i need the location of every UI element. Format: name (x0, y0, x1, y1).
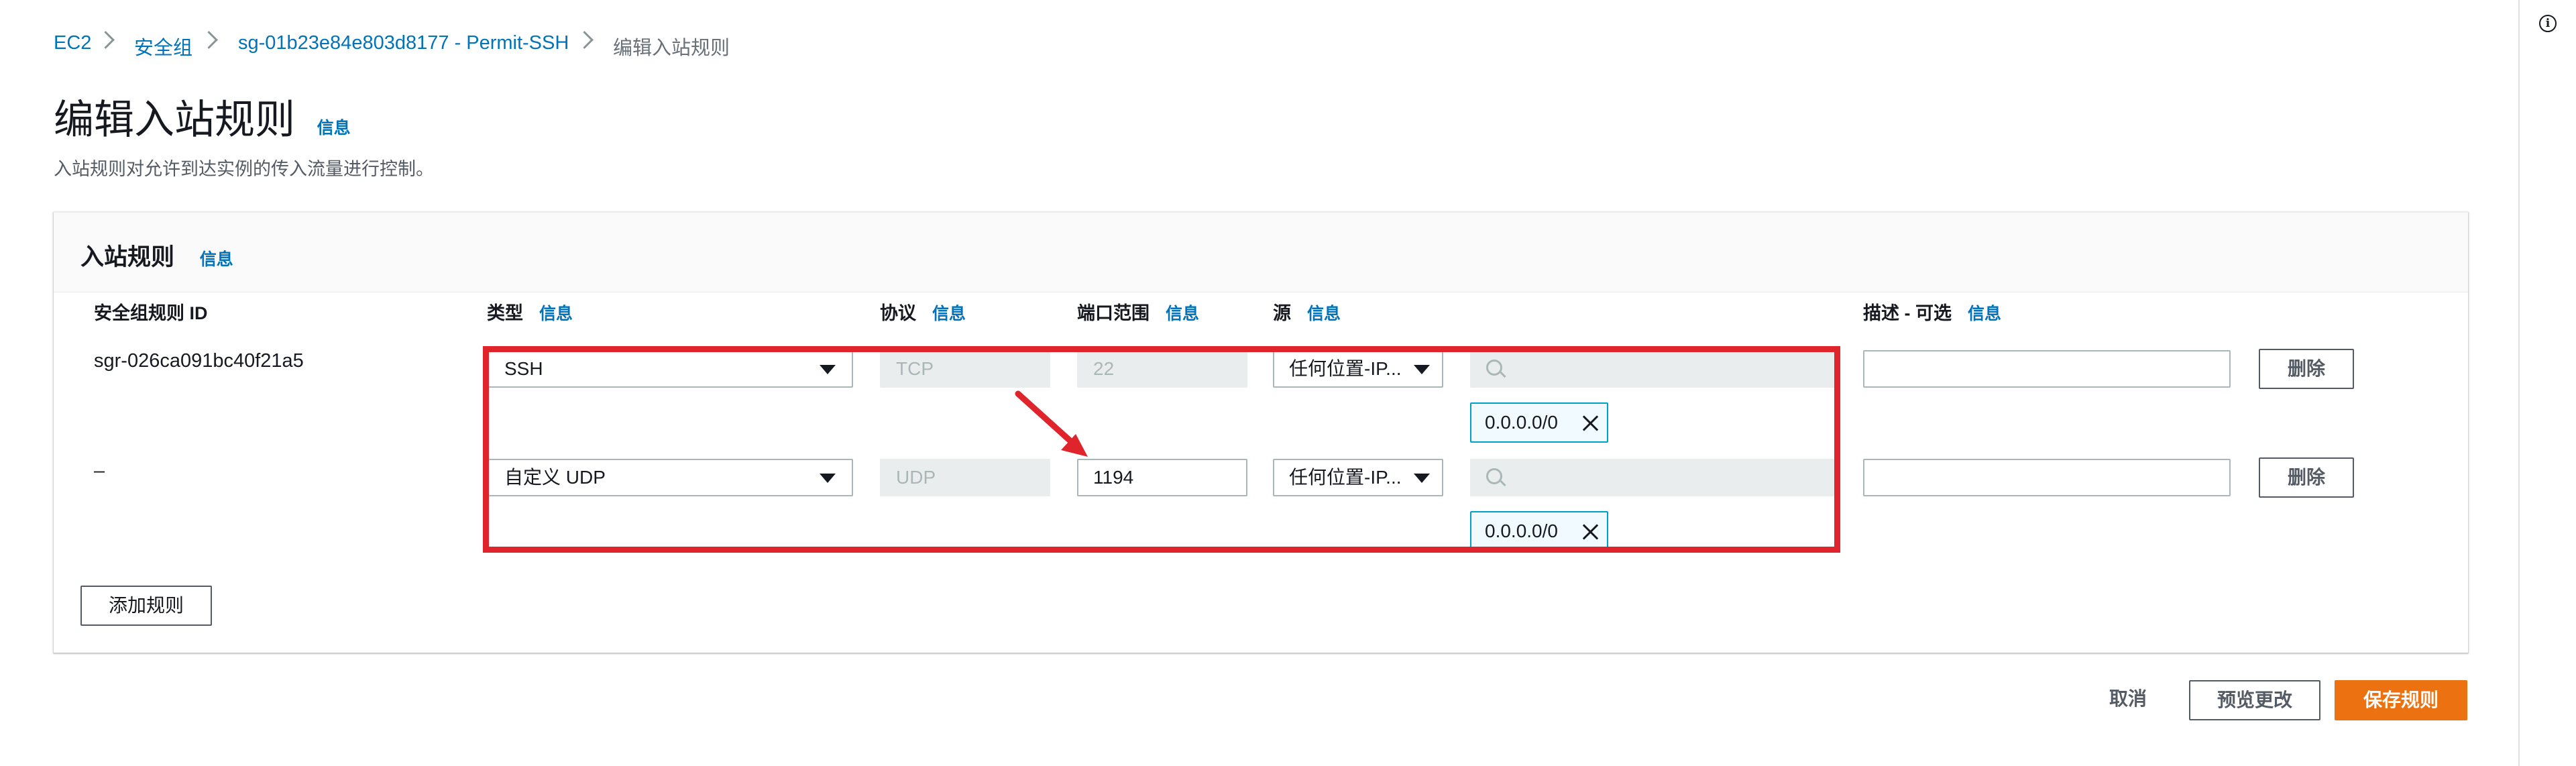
rule-id: sgr-026ca091bc40f21a5 (94, 350, 304, 372)
page-title-info-link[interactable]: 信息 (317, 119, 351, 138)
col-header-source-label: 源 (1273, 303, 1291, 323)
col-header-port-range: 端口范围 信息 (1077, 298, 1199, 325)
page-title-text: 编辑入站规则 (54, 97, 295, 142)
page-title: 编辑入站规则 信息 (54, 87, 351, 146)
chevron-right-icon (575, 31, 594, 49)
add-rule-button[interactable]: 添加规则 (80, 586, 212, 626)
preview-changes-button[interactable]: 预览更改 (2189, 680, 2320, 720)
rule-id: – (94, 460, 105, 482)
breadcrumb-security-groups[interactable]: 安全组 (134, 32, 192, 60)
col-header-source-info-link[interactable]: 信息 (1307, 305, 1341, 323)
col-header-protocol: 协议 信息 (880, 298, 966, 325)
col-header-type: 类型 信息 (487, 298, 573, 325)
col-header-description-label: 描述 - 可选 (1863, 303, 1952, 323)
panel-title-text: 入站规则 (80, 244, 175, 270)
info-circle-icon[interactable]: i (2539, 15, 2557, 32)
page-subtitle: 入站规则对允许到达实例的传入流量进行控制。 (54, 159, 434, 179)
chevron-right-icon (200, 31, 218, 49)
delete-rule-button[interactable]: 删除 (2259, 457, 2354, 498)
annotation-highlight-box (483, 346, 1840, 553)
panel-title-info-link[interactable]: 信息 (200, 250, 233, 269)
description-input[interactable] (1863, 459, 2231, 496)
col-header-type-label: 类型 (487, 303, 523, 323)
col-header-type-info-link[interactable]: 信息 (539, 305, 573, 323)
panel-title: 入站规则 信息 (80, 238, 233, 272)
panel-header: 入站规则 信息 (54, 213, 2468, 292)
col-header-protocol-label: 协议 (880, 303, 916, 323)
col-header-protocol-info-link[interactable]: 信息 (932, 305, 966, 323)
col-header-description: 描述 - 可选 信息 (1863, 298, 2001, 325)
col-header-rule-id-label: 安全组规则 ID (94, 303, 208, 323)
chevron-right-icon (97, 31, 115, 49)
col-header-port-range-label: 端口范围 (1077, 303, 1150, 323)
col-header-rule-id: 安全组规则 ID (94, 298, 208, 325)
description-input[interactable] (1863, 350, 2231, 388)
breadcrumb-current: 编辑入站规则 (613, 38, 730, 59)
col-header-source: 源信息 (1273, 298, 1341, 325)
col-header-description-info-link[interactable]: 信息 (1968, 305, 2001, 323)
delete-rule-button[interactable]: 删除 (2259, 349, 2354, 389)
right-rail-divider (2518, 0, 2520, 766)
col-header-port-range-info-link[interactable]: 信息 (1166, 305, 1199, 323)
save-rules-button[interactable]: 保存规则 (2335, 680, 2467, 720)
cancel-button[interactable]: 取消 (2091, 680, 2165, 720)
breadcrumb-ec2[interactable]: EC2 (54, 32, 91, 54)
breadcrumb-security-group[interactable]: sg-01b23e84e803d8177 - Permit-SSH (238, 32, 569, 54)
annotation-arrow-icon (1015, 390, 1088, 457)
